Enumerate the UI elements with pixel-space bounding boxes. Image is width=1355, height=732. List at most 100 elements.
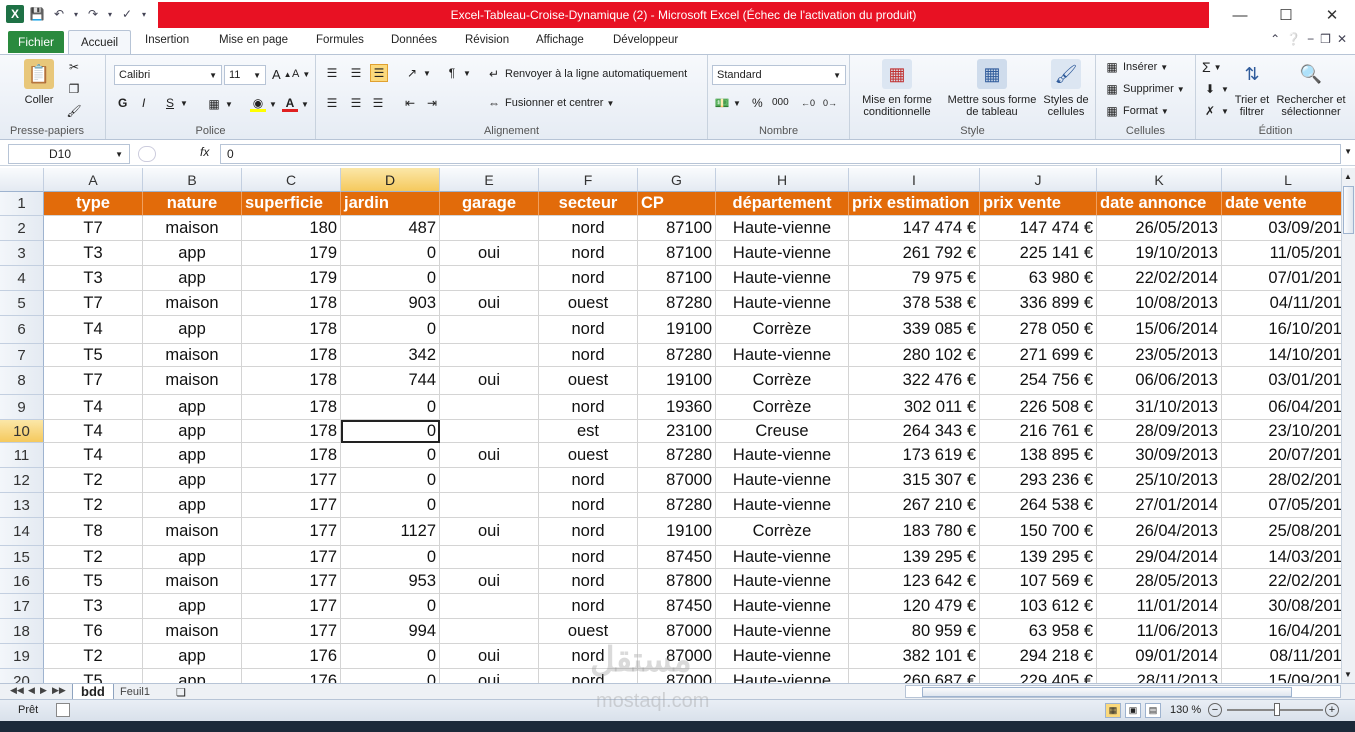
cell[interactable]: Haute-vienne: [716, 266, 849, 291]
redo-dropdown-icon[interactable]: ▾: [106, 5, 114, 23]
cell[interactable]: 30/09/2013: [1097, 443, 1222, 468]
cell[interactable]: 15/09/2014: [1222, 669, 1341, 684]
sheet-tab-feuil1[interactable]: Feuil1: [112, 684, 158, 700]
cell[interactable]: 0: [341, 316, 440, 344]
header-cell[interactable]: secteur: [539, 192, 638, 216]
zoom-in-icon[interactable]: +: [1325, 703, 1339, 717]
cell[interactable]: 63 958 €: [980, 619, 1097, 644]
column-header-b[interactable]: B: [143, 168, 242, 192]
row-header[interactable]: 16: [0, 569, 44, 594]
row-header[interactable]: 18: [0, 619, 44, 644]
paste-button[interactable]: 📋 Coller: [24, 59, 54, 106]
cell[interactable]: 147 474 €: [980, 216, 1097, 241]
cell[interactable]: 25/10/2013: [1097, 468, 1222, 493]
cell[interactable]: nord: [539, 569, 638, 594]
cell[interactable]: maison: [143, 518, 242, 546]
last-sheet-icon[interactable]: ▶▶: [52, 685, 66, 696]
cell[interactable]: 09/01/2014: [1097, 644, 1222, 669]
doc-minimize-icon[interactable]: −: [1307, 32, 1314, 46]
cell[interactable]: Creuse: [716, 420, 849, 443]
cell[interactable]: Haute-vienne: [716, 493, 849, 518]
redo-icon[interactable]: ↷: [84, 5, 102, 23]
normal-view-icon[interactable]: ▦: [1105, 703, 1121, 718]
cell[interactable]: 315 307 €: [849, 468, 980, 493]
column-header-a[interactable]: A: [44, 168, 143, 192]
cell[interactable]: Haute-vienne: [716, 291, 849, 316]
cell[interactable]: app: [143, 420, 242, 443]
cell[interactable]: 23/10/2014: [1222, 420, 1341, 443]
row-header[interactable]: 8: [0, 367, 44, 395]
cell[interactable]: T7: [44, 367, 143, 395]
column-header-d[interactable]: D: [341, 168, 440, 192]
row-header[interactable]: 3: [0, 241, 44, 266]
cell[interactable]: T4: [44, 316, 143, 344]
align-top-icon[interactable]: ☰: [324, 65, 340, 81]
cell[interactable]: oui: [440, 518, 539, 546]
cell[interactable]: 87100: [638, 266, 716, 291]
customize-qat-icon[interactable]: ▾: [140, 5, 148, 23]
cell[interactable]: 11/05/2013: [1222, 241, 1341, 266]
cell[interactable]: 107 569 €: [980, 569, 1097, 594]
row-header[interactable]: 20: [0, 669, 44, 683]
cell[interactable]: [440, 395, 539, 420]
cell[interactable]: 176: [242, 669, 341, 683]
cell[interactable]: 87280: [638, 291, 716, 316]
cell[interactable]: 22/02/2015: [1222, 569, 1341, 594]
zoom-level[interactable]: 130 %: [1170, 704, 1201, 716]
cell[interactable]: 0: [341, 468, 440, 493]
cell[interactable]: 179: [242, 241, 341, 266]
minimize-icon[interactable]: —: [1217, 0, 1263, 30]
cell[interactable]: 903: [341, 291, 440, 316]
cell[interactable]: Haute-vienne: [716, 546, 849, 569]
expand-formula-icon[interactable]: ▼: [1344, 147, 1352, 156]
cell[interactable]: 0: [341, 266, 440, 291]
header-cell[interactable]: date annonce: [1097, 192, 1222, 216]
row-header[interactable]: 13: [0, 493, 44, 518]
cell[interactable]: 487: [341, 216, 440, 241]
column-header-k[interactable]: K: [1097, 168, 1222, 192]
cell[interactable]: 139 295 €: [980, 546, 1097, 569]
cell[interactable]: 06/06/2013: [1097, 367, 1222, 395]
cell[interactable]: app: [143, 468, 242, 493]
header-cell[interactable]: superficie: [242, 192, 341, 216]
cell[interactable]: oui: [440, 367, 539, 395]
zoom-out-icon[interactable]: −: [1208, 703, 1222, 717]
cell[interactable]: 0: [341, 546, 440, 569]
cell[interactable]: 994: [341, 619, 440, 644]
cell[interactable]: 120 479 €: [849, 594, 980, 619]
align-bottom-icon[interactable]: ☰: [370, 64, 388, 82]
cell[interactable]: nord: [539, 266, 638, 291]
cell[interactable]: maison: [143, 216, 242, 241]
align-right-icon[interactable]: ☰: [370, 95, 386, 111]
cell[interactable]: 178: [242, 344, 341, 367]
cell[interactable]: 180: [242, 216, 341, 241]
cell[interactable]: 278 050 €: [980, 316, 1097, 344]
cell[interactable]: nord: [539, 518, 638, 546]
cell[interactable]: 0: [341, 395, 440, 420]
cell[interactable]: [440, 546, 539, 569]
cell[interactable]: 28/11/2013: [1097, 669, 1222, 683]
wrap-text-button[interactable]: ↵ Renvoyer à la ligne automatiquement: [486, 66, 687, 82]
cell[interactable]: 139 295 €: [849, 546, 980, 569]
macro-record-icon[interactable]: [56, 703, 70, 717]
page-layout-view-icon[interactable]: ▣: [1125, 703, 1141, 718]
cell[interactable]: nord: [539, 468, 638, 493]
cell[interactable]: nord: [539, 216, 638, 241]
cell[interactable]: oui: [440, 569, 539, 594]
fill-icon[interactable]: ⬇ ▼: [1202, 81, 1229, 97]
cell[interactable]: Haute-vienne: [716, 216, 849, 241]
cell[interactable]: nord: [539, 241, 638, 266]
cell[interactable]: 23/05/2013: [1097, 344, 1222, 367]
increase-indent-icon[interactable]: ⇥: [424, 95, 440, 111]
cell[interactable]: 87450: [638, 594, 716, 619]
cell[interactable]: 177: [242, 518, 341, 546]
tab-fichier[interactable]: Fichier: [8, 31, 64, 53]
underline-button[interactable]: S: [166, 96, 174, 110]
save-icon[interactable]: 💾: [28, 5, 46, 23]
shrink-font-icon[interactable]: A ▼: [292, 68, 310, 80]
cell[interactable]: Corrèze: [716, 518, 849, 546]
tab-insertion[interactable]: Insertion: [145, 34, 189, 46]
cell[interactable]: app: [143, 316, 242, 344]
cell[interactable]: 179: [242, 266, 341, 291]
select-all-corner[interactable]: [0, 168, 44, 192]
